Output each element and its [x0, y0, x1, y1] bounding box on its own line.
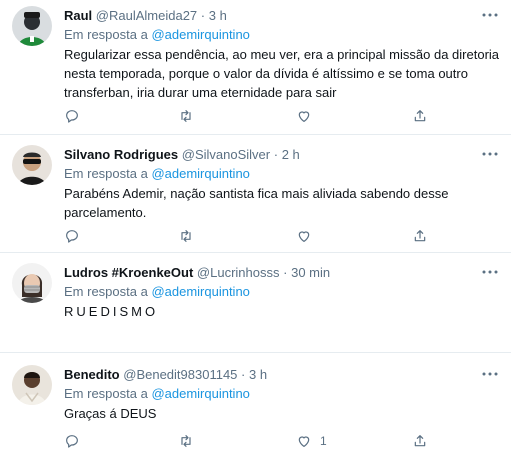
- retweet-button[interactable]: [178, 107, 194, 125]
- reply-button[interactable]: [64, 227, 80, 245]
- avatar[interactable]: [12, 365, 52, 405]
- reply-context: Em resposta a @ademirquintino: [64, 283, 499, 301]
- avatar-image: [12, 145, 52, 185]
- author-name[interactable]: Benedito: [64, 367, 120, 382]
- retweet-icon: [181, 110, 191, 122]
- retweet-button[interactable]: [178, 227, 194, 245]
- tweet-header: Benedito @Benedit98301145 · 3 h: [64, 366, 499, 384]
- like-icon: [298, 231, 310, 242]
- tweet-header: Ludros #KroenkeOut @Lucrinhosss · 30 min: [64, 264, 499, 282]
- like-button[interactable]: 1: [296, 432, 327, 450]
- reply-icon: [66, 435, 78, 448]
- share-icon: [414, 435, 426, 447]
- share-icon: [414, 110, 426, 122]
- mention-link[interactable]: @ademirquintino: [151, 166, 249, 181]
- author-name[interactable]: Ludros #KroenkeOut: [64, 265, 193, 280]
- more-options-icon: [482, 152, 498, 156]
- timestamp[interactable]: 3 h: [209, 8, 227, 23]
- tweet-text: Parabéns Ademir, nação santista fica mai…: [64, 186, 449, 220]
- more-options-icon: [482, 372, 498, 376]
- avatar[interactable]: [12, 6, 52, 46]
- tweet-text: Regularizar essa pendência, ao meu ver, …: [64, 47, 500, 100]
- tweet-item[interactable]: Ludros #KroenkeOut @Lucrinhosss · 30 min…: [0, 253, 511, 341]
- author-name[interactable]: Silvano Rodrigues: [64, 147, 178, 162]
- more-options-icon: [482, 270, 498, 274]
- separator: ·: [283, 265, 288, 280]
- tweet-item[interactable]: Benedito @Benedit98301145 · 3 h Em respo…: [0, 353, 511, 458]
- retweet-icon: [181, 435, 191, 447]
- reply-context: Em resposta a @ademirquintino: [64, 26, 499, 44]
- tweet-feed: Raul @RaulAlmeida27 · 3 h Em resposta a …: [0, 0, 511, 458]
- separator: ·: [273, 147, 279, 162]
- more-options-button[interactable]: [481, 145, 499, 163]
- avatar[interactable]: [12, 263, 52, 303]
- reply-context: Em resposta a @ademirquintino: [64, 165, 499, 183]
- retweet-button[interactable]: [178, 432, 194, 450]
- share-button[interactable]: [412, 107, 428, 125]
- reply-button[interactable]: [64, 432, 80, 450]
- separator: ·: [241, 367, 246, 382]
- timestamp[interactable]: 2 h: [282, 147, 300, 162]
- author-name[interactable]: Raul: [64, 8, 92, 23]
- reply-context: Em resposta a @ademirquintino: [64, 385, 499, 403]
- more-options-button[interactable]: [481, 365, 499, 383]
- more-options-button[interactable]: [481, 6, 499, 24]
- reply-prefix: Em resposta a: [64, 386, 152, 401]
- reply-prefix: Em resposta a: [64, 27, 152, 42]
- like-button[interactable]: [296, 107, 320, 125]
- reply-icon: [66, 230, 78, 243]
- separator: ·: [200, 8, 206, 23]
- tweet-text: RUEDISMO: [64, 304, 159, 319]
- tweet-header: Raul @RaulAlmeida27 · 3 h: [64, 7, 499, 25]
- like-icon: [298, 111, 310, 122]
- author-handle[interactable]: @RaulAlmeida27: [96, 8, 197, 23]
- like-button[interactable]: [296, 227, 320, 245]
- action-bar: [64, 107, 426, 125]
- reply-prefix: Em resposta a: [64, 166, 152, 181]
- share-icon: [414, 230, 426, 242]
- mention-link[interactable]: @ademirquintino: [151, 27, 249, 42]
- author-handle[interactable]: @Lucrinhosss: [197, 265, 280, 280]
- tweet-item[interactable]: Raul @RaulAlmeida27 · 3 h Em resposta a …: [0, 0, 511, 123]
- tweet-header: Silvano Rodrigues @SilvanoSilver · 2 h: [64, 146, 499, 164]
- mention-link[interactable]: @ademirquintino: [151, 386, 249, 401]
- retweet-icon: [181, 230, 191, 242]
- more-options-icon: [482, 13, 498, 17]
- reply-icon: [66, 110, 78, 123]
- reply-prefix: Em resposta a: [64, 284, 152, 299]
- tweet-text: Graças á DEUS: [64, 406, 157, 421]
- timestamp[interactable]: 30 min: [291, 265, 330, 280]
- author-handle[interactable]: @SilvanoSilver: [182, 147, 270, 162]
- reply-button[interactable]: [64, 107, 80, 125]
- like-count: 1: [320, 434, 327, 448]
- author-handle[interactable]: @Benedit98301145: [123, 367, 237, 382]
- like-icon: [298, 436, 310, 447]
- avatar-image: [12, 263, 52, 303]
- more-options-button[interactable]: [481, 263, 499, 281]
- action-bar: 1: [64, 432, 426, 450]
- avatar-image: [12, 6, 52, 46]
- share-button[interactable]: [412, 227, 428, 245]
- avatar-image: [12, 365, 52, 405]
- mention-link[interactable]: @ademirquintino: [151, 284, 249, 299]
- avatar[interactable]: [12, 145, 52, 185]
- action-bar: [64, 227, 426, 245]
- timestamp[interactable]: 3 h: [249, 367, 267, 382]
- tweet-item[interactable]: Silvano Rodrigues @SilvanoSilver · 2 h E…: [0, 135, 511, 243]
- share-button[interactable]: [412, 432, 428, 450]
